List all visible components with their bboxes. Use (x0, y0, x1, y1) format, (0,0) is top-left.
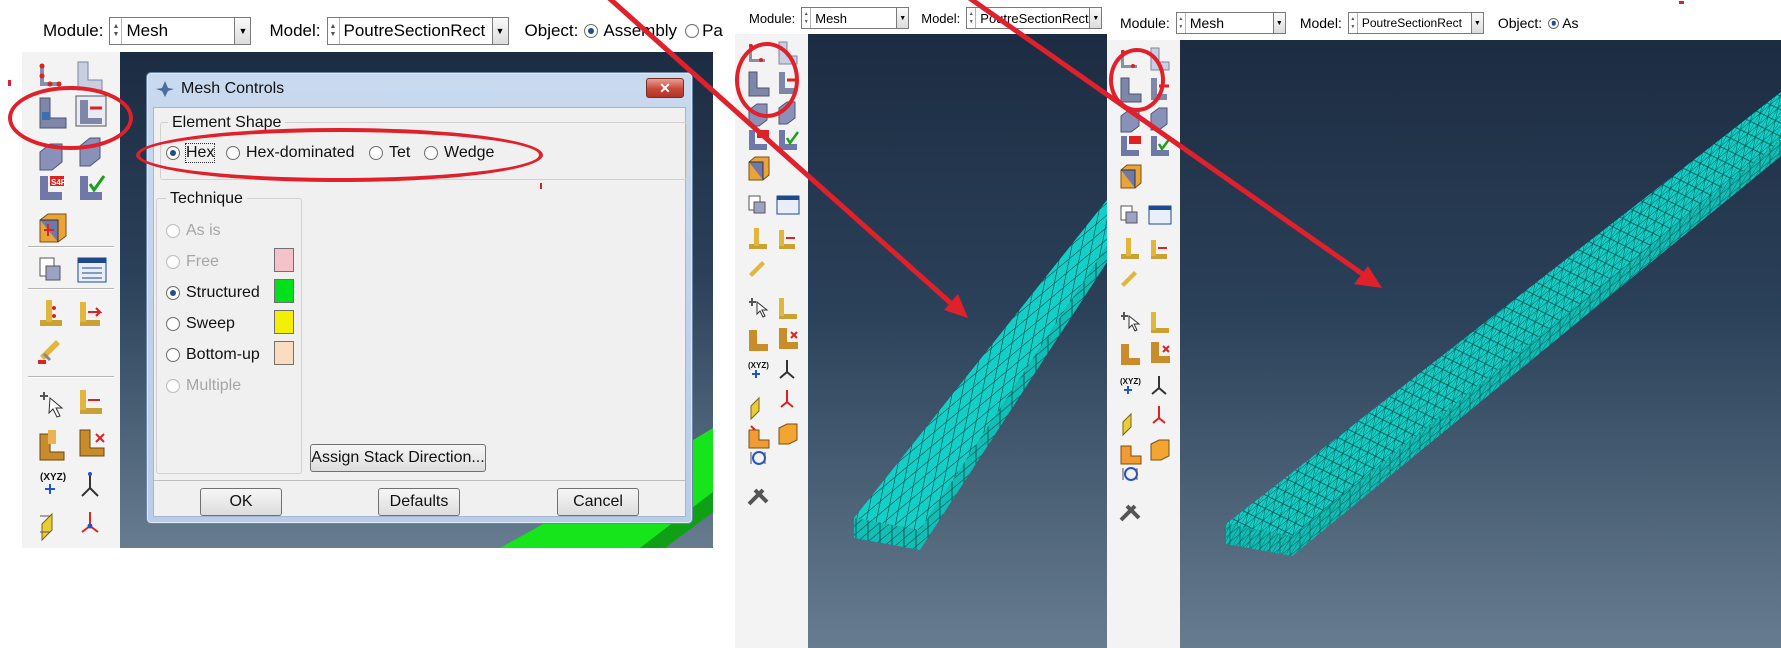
annotation-arrows (607, 0, 1382, 318)
arrow-to-hex-mesh (607, 0, 968, 318)
arrow-to-tet-mesh (967, 0, 1382, 288)
